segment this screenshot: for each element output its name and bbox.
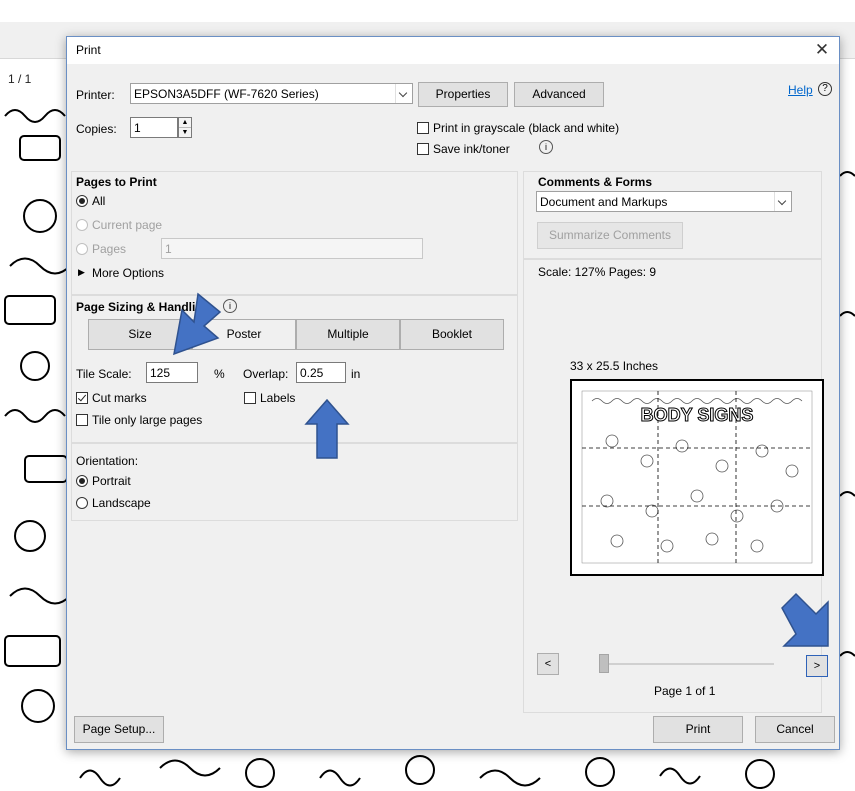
current-page-radio[interactable]	[76, 219, 88, 231]
info-icon[interactable]: i	[539, 140, 553, 154]
document-preview-bottom	[0, 748, 855, 791]
page-slider[interactable]	[602, 663, 774, 665]
arrow-down-right-icon	[781, 592, 829, 647]
labels-checkbox[interactable]	[244, 392, 256, 404]
tile-scale-value: 125	[150, 366, 171, 380]
spin-up-icon[interactable]: ▲	[179, 118, 191, 128]
pages-range-input[interactable]: 1	[161, 238, 423, 259]
close-icon[interactable]: ✕	[809, 39, 835, 61]
save-ink-label: Save ink/toner	[433, 142, 510, 156]
properties-button[interactable]: Properties	[418, 82, 508, 107]
comments-forms-heading: Comments & Forms	[538, 175, 653, 189]
landscape-radio[interactable]	[76, 497, 88, 509]
tile-large-label: Tile only large pages	[92, 413, 203, 427]
properties-label: Properties	[435, 87, 491, 101]
tab-booklet-label: Booklet	[431, 327, 473, 341]
help-icon[interactable]: ?	[818, 82, 832, 96]
pages-to-print-heading: Pages to Print	[76, 175, 157, 189]
tab-multiple[interactable]: Multiple	[296, 319, 400, 350]
chevron-down-icon	[774, 192, 791, 211]
page-slider-thumb[interactable]	[599, 654, 609, 673]
current-page-label: Current page	[92, 218, 163, 232]
tile-scale-input[interactable]: 125	[146, 362, 198, 383]
all-radio[interactable]	[76, 195, 88, 207]
printer-label: Printer:	[76, 88, 115, 102]
document-preview-right	[840, 96, 855, 748]
page-setup-label: Page Setup...	[82, 722, 156, 736]
poster-title: BODY SIGNS	[641, 405, 754, 425]
pages-range-value: 1	[165, 242, 172, 256]
poster-size-text: 33 x 25.5 Inches	[570, 359, 659, 373]
arrow-down-icon	[173, 292, 222, 356]
print-dialog: Print ✕ Printer: EPSON3A5DFF (WF-7620 Se…	[66, 36, 840, 750]
copies-value: 1	[134, 121, 141, 135]
sizing-info-icon[interactable]: i	[223, 299, 237, 313]
cancel-button[interactable]: Cancel	[755, 716, 835, 743]
save-ink-checkbox[interactable]	[417, 143, 429, 155]
cancel-label: Cancel	[776, 722, 814, 736]
printer-value: EPSON3A5DFF (WF-7620 Series)	[134, 87, 319, 101]
copies-label: Copies:	[76, 122, 117, 136]
chevron-down-icon	[395, 84, 412, 103]
arrow-up-icon	[304, 398, 350, 459]
tab-multiple-label: Multiple	[327, 327, 369, 341]
spin-down-icon[interactable]: ▼	[179, 128, 191, 137]
poster-thumbnail: BODY SIGNS	[581, 390, 813, 564]
tab-booklet[interactable]: Booklet	[400, 319, 504, 350]
menu-bar	[0, 0, 855, 23]
next-label: >	[813, 660, 821, 672]
prev-page-button[interactable]: <	[537, 653, 559, 675]
scale-pages-text: Scale: 127% Pages: 9	[538, 265, 657, 279]
labels-label: Labels	[260, 391, 296, 405]
document-preview-left	[0, 96, 72, 791]
portrait-radio[interactable]	[76, 475, 88, 487]
overlap-value: 0.25	[300, 366, 324, 380]
page-setup-button[interactable]: Page Setup...	[74, 716, 164, 743]
tile-scale-unit: %	[214, 367, 225, 381]
grayscale-checkbox[interactable]	[417, 122, 429, 134]
summarize-comments-label: Summarize Comments	[548, 228, 672, 242]
copies-input[interactable]: 1	[130, 117, 178, 138]
page-indicator: 1 / 1	[8, 72, 32, 86]
comments-forms-value: Document and Markups	[540, 195, 668, 209]
overlap-label: Overlap:	[243, 367, 289, 381]
advanced-label: Advanced	[532, 87, 586, 101]
pages-label: Pages	[92, 242, 127, 256]
preview-page: BODY SIGNS	[570, 379, 824, 576]
comments-forms-select[interactable]: Document and Markups	[536, 191, 792, 212]
printer-select[interactable]: EPSON3A5DFF (WF-7620 Series)	[130, 83, 413, 104]
page-count-text: Page 1 of 1	[654, 684, 716, 698]
tile-scale-label: Tile Scale:	[76, 367, 132, 381]
print-label: Print	[685, 722, 711, 736]
portrait-label: Portrait	[92, 474, 131, 488]
cut-marks-checkbox[interactable]	[76, 392, 88, 404]
grayscale-label: Print in grayscale (black and white)	[433, 121, 620, 135]
dialog-titlebar: Print ✕	[67, 37, 839, 64]
cut-marks-label: Cut marks	[92, 391, 147, 405]
print-button[interactable]: Print	[653, 716, 743, 743]
prev-label: <	[544, 658, 552, 670]
help-link[interactable]: Help	[788, 83, 813, 97]
dialog-title: Print	[76, 43, 101, 57]
pages-radio[interactable]	[76, 243, 88, 255]
overlap-input[interactable]: 0.25	[296, 362, 346, 383]
more-options-toggle[interactable]: More Options	[92, 266, 164, 280]
triangle-right-icon[interactable]: ▶	[78, 267, 85, 278]
overlap-unit: in	[351, 367, 361, 381]
all-label: All	[92, 194, 106, 208]
landscape-label: Landscape	[92, 496, 151, 510]
tile-large-checkbox[interactable]	[76, 414, 88, 426]
next-page-button[interactable]: >	[806, 655, 828, 677]
orientation-label: Orientation:	[76, 454, 139, 468]
advanced-button[interactable]: Advanced	[514, 82, 604, 107]
copies-spinner[interactable]: ▲ ▼	[178, 117, 192, 138]
summarize-comments-button[interactable]: Summarize Comments	[537, 222, 683, 249]
